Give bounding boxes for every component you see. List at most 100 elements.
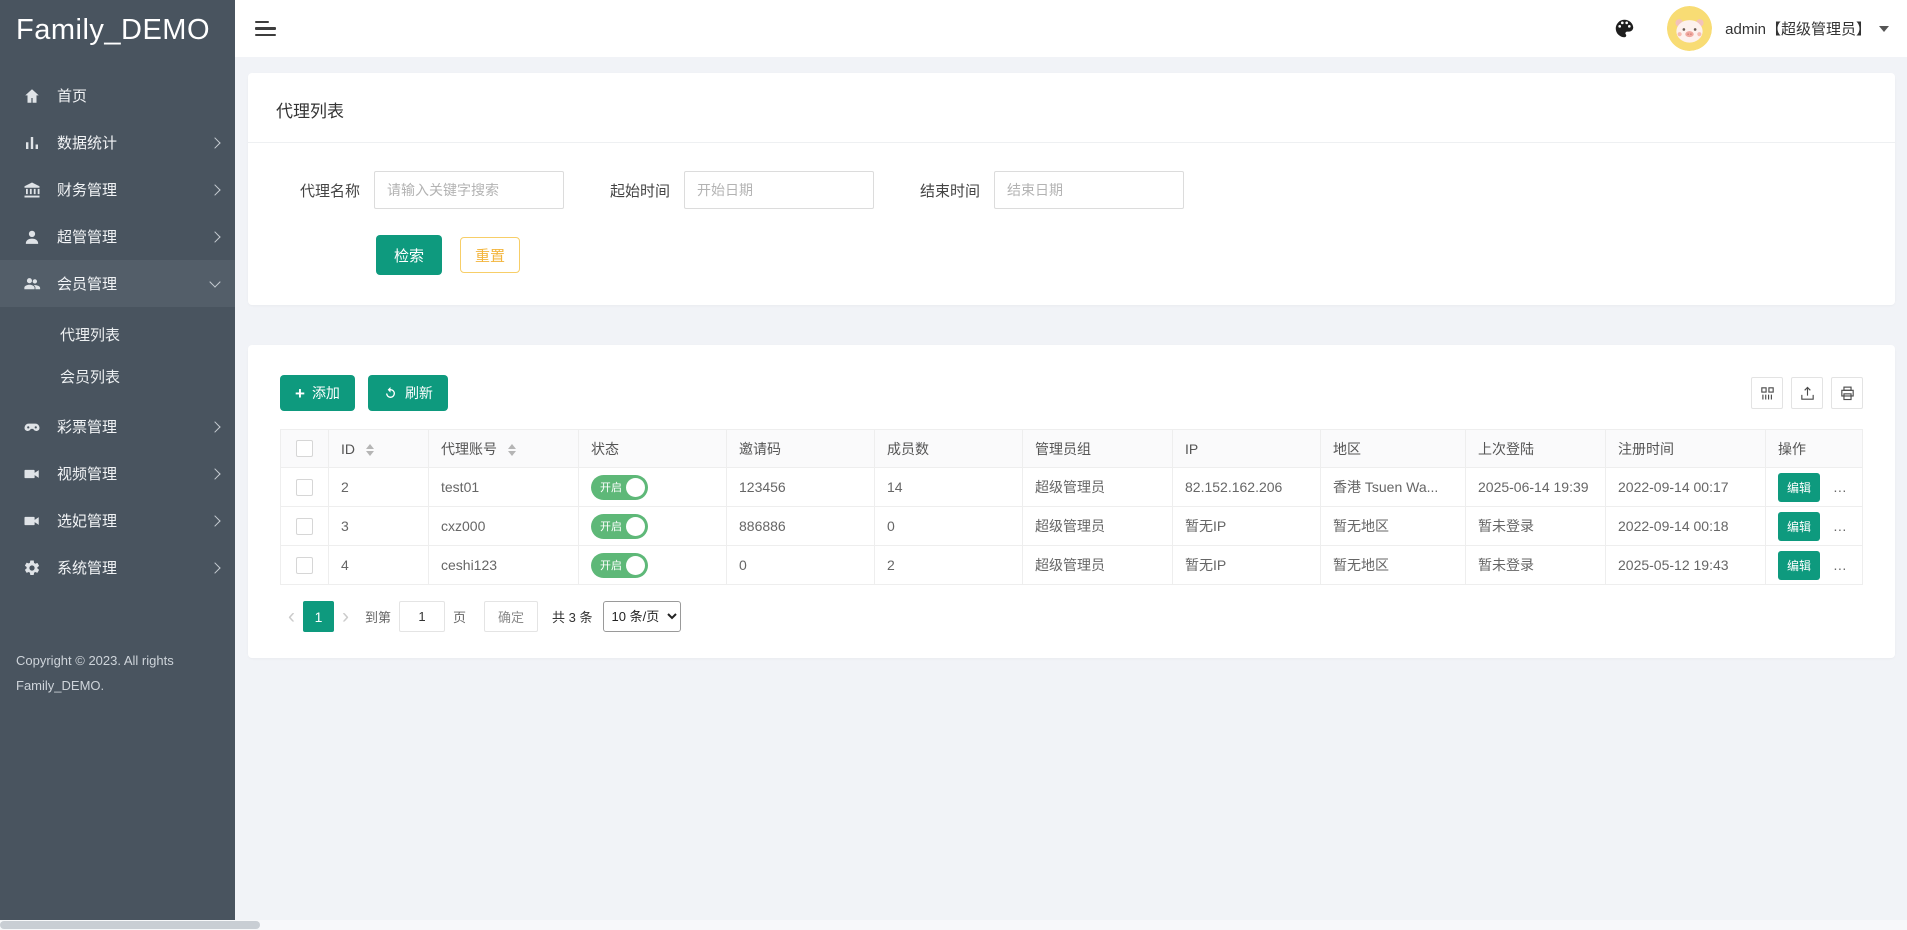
table-row: 3 cxz000 开启 886886 0 超级管理员 暂无 <box>281 507 1863 546</box>
add-button[interactable]: + 添加 <box>280 375 355 411</box>
goto-confirm-button[interactable]: 确定 <box>484 601 538 632</box>
next-page-icon[interactable]: › <box>334 606 357 627</box>
sidebar-item-lottery[interactable]: 彩票管理 <box>0 403 235 450</box>
menu-toggle-icon[interactable] <box>255 17 277 41</box>
plus-icon: + <box>295 385 305 402</box>
home-icon <box>22 86 42 106</box>
chevron-right-icon <box>209 231 220 242</box>
row-checkbox[interactable] <box>296 518 313 535</box>
col-id[interactable]: ID <box>329 430 429 468</box>
avatar[interactable] <box>1667 6 1712 51</box>
theme-palette-icon[interactable] <box>1611 16 1637 42</box>
delete-button[interactable]: 删除 <box>1833 473 1863 502</box>
status-toggle[interactable]: 开启 <box>591 553 648 578</box>
print-icon <box>1839 385 1856 402</box>
sidebar-item-member-list[interactable]: 会员列表 <box>0 355 235 397</box>
user-icon <box>22 227 42 247</box>
sort-icon[interactable] <box>508 444 516 456</box>
sidebar-item-home[interactable]: 首页 <box>0 72 235 119</box>
sidebar-item-system[interactable]: 系统管理 <box>0 544 235 591</box>
sidebar-item-label: 彩票管理 <box>57 416 211 437</box>
col-status: 状态 <box>579 430 727 468</box>
edit-button[interactable]: 编辑 <box>1778 473 1820 502</box>
sidebar-item-agent-list[interactable]: 代理列表 <box>0 313 235 355</box>
table-row: 2 test01 开启 123456 14 超级管理员 8 <box>281 468 1863 507</box>
search-card: 代理列表 代理名称 起始时间 结束时间 <box>248 73 1895 305</box>
status-toggle[interactable]: 开启 <box>591 475 648 500</box>
sort-icon[interactable] <box>366 444 374 456</box>
chevron-right-icon <box>209 137 220 148</box>
col-account[interactable]: 代理账号 <box>429 430 579 468</box>
copyright-line1: Copyright © 2023. All rights <box>16 649 219 674</box>
video-icon <box>22 464 42 484</box>
page-number[interactable]: 1 <box>303 601 334 632</box>
sidebar-item-finance[interactable]: 财务管理 <box>0 166 235 213</box>
sidebar-item-stats[interactable]: 数据统计 <box>0 119 235 166</box>
sidebar: Family_DEMO 首页 数据统计 财务管理 <box>0 0 235 920</box>
page-title: 代理列表 <box>248 73 1895 143</box>
start-time-label: 起始时间 <box>610 180 670 201</box>
status-toggle[interactable]: 开启 <box>591 514 648 539</box>
copyright-line2: Family_DEMO. <box>16 674 219 699</box>
end-date-input[interactable] <box>994 171 1184 209</box>
sidebar-item-members[interactable]: 会员管理 <box>0 260 235 307</box>
prev-page-icon[interactable]: ‹ <box>280 606 303 627</box>
columns-filter-button[interactable] <box>1751 377 1783 409</box>
export-button[interactable] <box>1791 377 1823 409</box>
sidebar-menu: 首页 数据统计 财务管理 超管管理 <box>0 72 235 591</box>
topbar-right: admin【超级管理员】 <box>1611 6 1889 51</box>
start-time-group: 起始时间 <box>610 171 874 209</box>
reset-button[interactable]: 重置 <box>460 237 520 273</box>
chevron-right-icon <box>209 562 220 573</box>
export-icon <box>1799 385 1816 402</box>
table-toolbar: + 添加 刷新 <box>280 375 1863 411</box>
user-menu-caret-icon[interactable] <box>1879 26 1889 32</box>
scrollbar-thumb[interactable] <box>0 921 260 929</box>
sidebar-item-label: 超管管理 <box>57 226 211 247</box>
refresh-icon <box>383 386 398 401</box>
delete-button[interactable]: 删除 <box>1833 512 1863 541</box>
sidebar-subitem-label: 会员列表 <box>60 366 120 387</box>
copyright: Copyright © 2023. All rights Family_DEMO… <box>0 649 235 698</box>
goto-page-input[interactable] <box>399 601 445 632</box>
search-button[interactable]: 检索 <box>376 235 442 275</box>
print-button[interactable] <box>1831 377 1863 409</box>
sidebar-item-superadmin[interactable]: 超管管理 <box>0 213 235 260</box>
filter-form: 代理名称 起始时间 结束时间 检索 <box>248 143 1895 305</box>
table-card: + 添加 刷新 <box>248 345 1895 658</box>
horizontal-scrollbar <box>0 920 1907 930</box>
agent-name-label: 代理名称 <box>300 180 360 201</box>
select-all-checkbox[interactable] <box>296 440 313 457</box>
user-menu-label[interactable]: admin【超级管理员】 <box>1725 18 1871 39</box>
sidebar-item-concubine[interactable]: 选妃管理 <box>0 497 235 544</box>
agent-name-input[interactable] <box>374 171 564 209</box>
delete-button[interactable]: 删除 <box>1833 551 1863 580</box>
gamepad-icon <box>22 417 42 437</box>
end-time-label: 结束时间 <box>920 180 980 201</box>
table-row: 4 ceshi123 开启 0 2 超级管理员 暂无IP <box>281 546 1863 585</box>
goto-suffix: 页 <box>453 607 466 626</box>
chevron-down-icon <box>209 276 220 287</box>
col-reg-time: 注册时间 <box>1606 430 1766 468</box>
app-logo: Family_DEMO <box>0 0 235 60</box>
video-icon <box>22 511 42 531</box>
bank-icon <box>22 180 42 200</box>
table-tools <box>1751 377 1863 409</box>
row-checkbox[interactable] <box>296 557 313 574</box>
chevron-right-icon <box>209 421 220 432</box>
row-checkbox[interactable] <box>296 479 313 496</box>
col-group: 管理员组 <box>1023 430 1173 468</box>
gear-icon <box>22 558 42 578</box>
sidebar-item-video[interactable]: 视频管理 <box>0 450 235 497</box>
start-date-input[interactable] <box>684 171 874 209</box>
refresh-button[interactable]: 刷新 <box>368 375 448 411</box>
edit-button[interactable]: 编辑 <box>1778 512 1820 541</box>
chart-icon <box>22 133 42 153</box>
page-size-select[interactable]: 10 条/页 <box>603 601 681 632</box>
sidebar-item-label: 选妃管理 <box>57 510 211 531</box>
users-icon <box>22 274 42 294</box>
goto-prefix: 到第 <box>365 607 391 626</box>
col-actions: 操作 <box>1766 430 1863 468</box>
edit-button[interactable]: 编辑 <box>1778 551 1820 580</box>
chevron-right-icon <box>209 515 220 526</box>
